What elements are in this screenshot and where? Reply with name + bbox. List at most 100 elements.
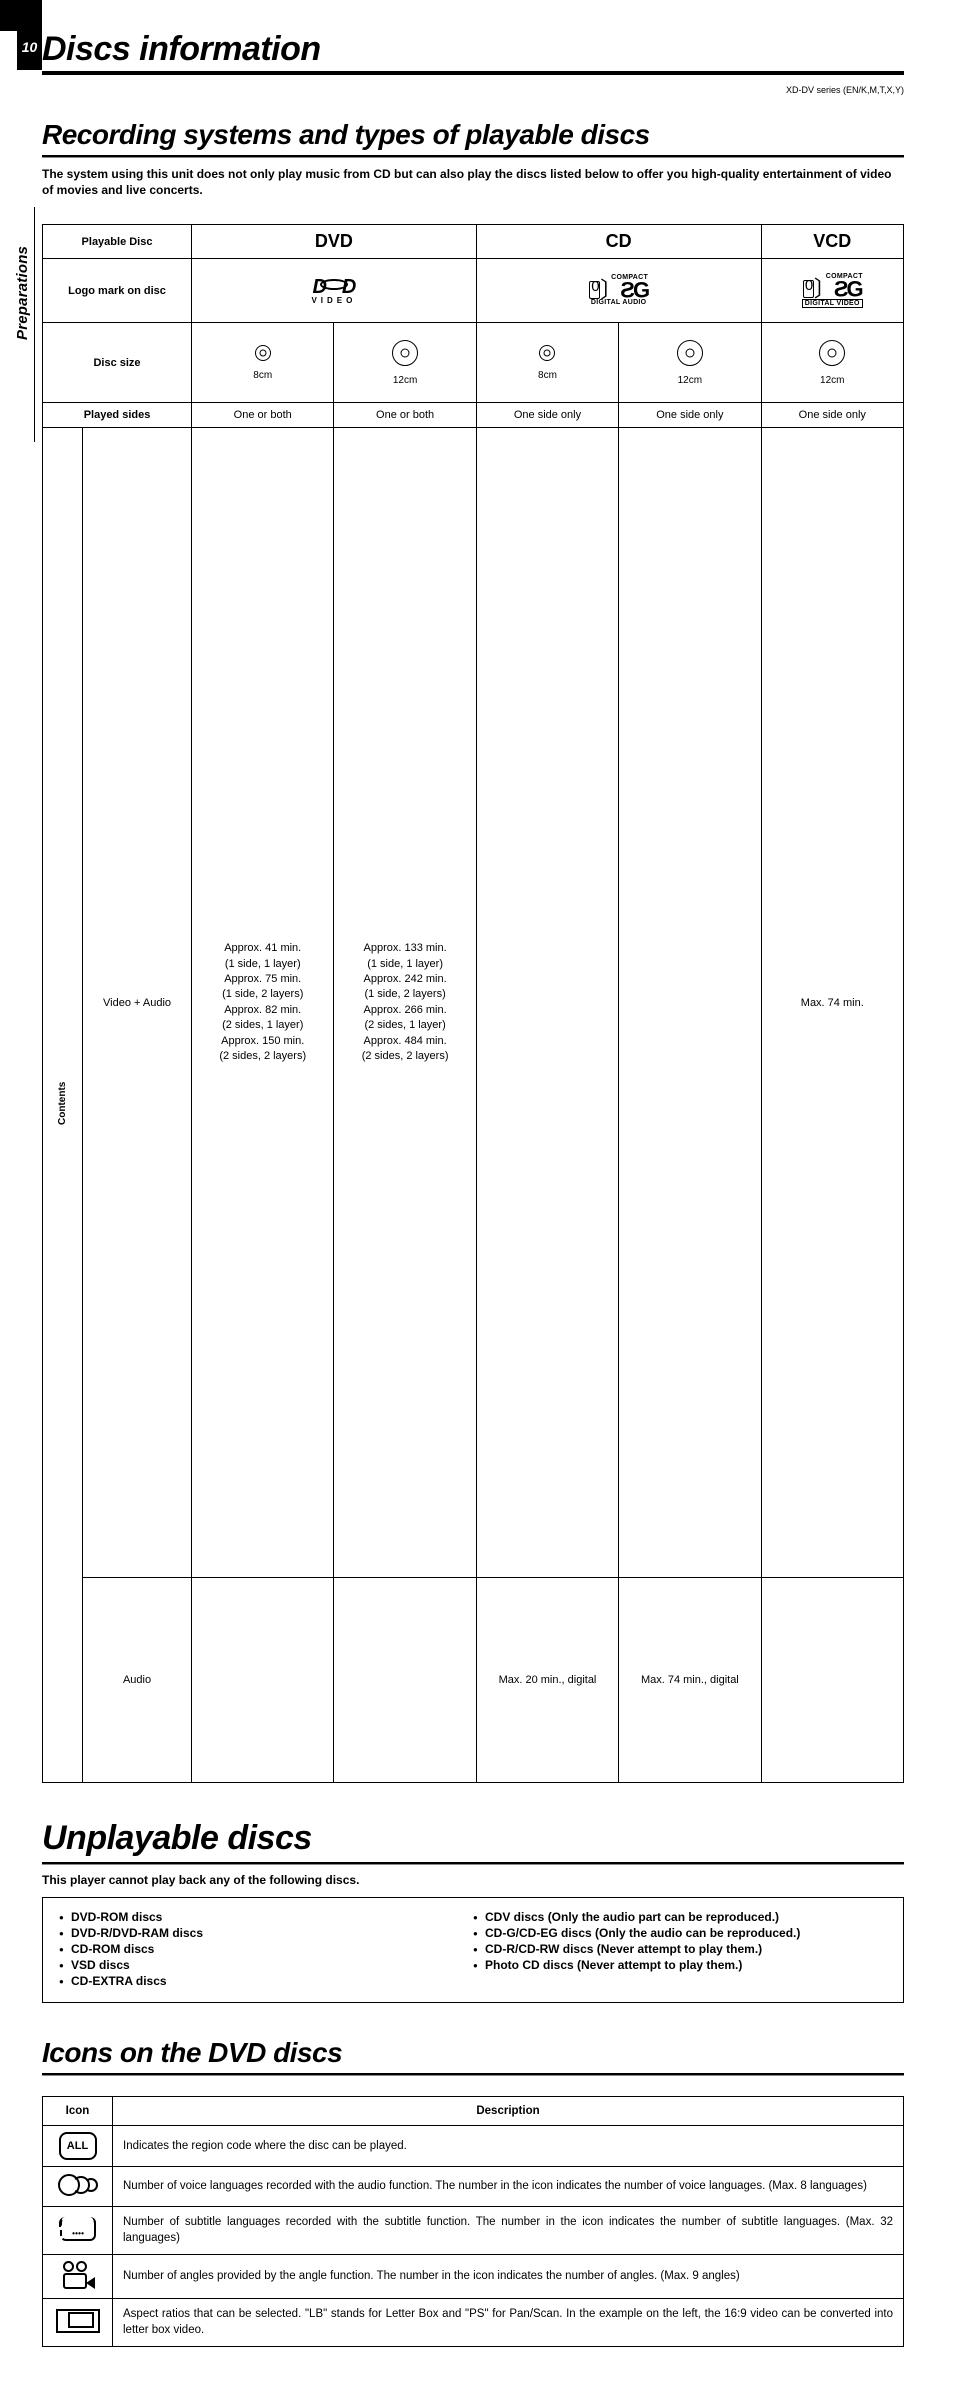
icon-cell: ALL <box>43 2126 113 2167</box>
list-item: CD-R/CD-RW discs (Never attempt to play … <box>473 1942 887 1956</box>
disc-size-cell: 8cm <box>192 323 334 403</box>
disc-size-cell: 12cm <box>619 323 761 403</box>
disc-size-cell: 12cm <box>761 323 903 403</box>
col-header-icon: Icon <box>43 2097 113 2126</box>
section-title: Recording systems and types of playable … <box>42 119 904 153</box>
list-item: CD-EXTRA discs <box>59 1974 473 1988</box>
desc-cell: Number of voice languages recorded with … <box>113 2167 904 2207</box>
unplayable-list-right: CDV discs (Only the audio part can be re… <box>473 1908 887 1990</box>
dvd-12cm-content: Approx. 133 min.(1 side, 1 layer) Approx… <box>334 428 476 1578</box>
large-disc-icon <box>392 340 418 366</box>
table-row: Disc size 8cm 12cm 8cm 12cm 12cm <box>43 323 904 403</box>
page-number: 10 <box>22 39 38 55</box>
compact-disc-digital-audio-logo-icon: COMPACT 〕ƧG DIGITAL AUDIO <box>589 274 648 306</box>
table-row: Logo mark on disc DD VIDEO COMPACT 〕ƧG D… <box>43 259 904 323</box>
section-underline <box>42 155 904 158</box>
table-row: Playable Disc DVD CD VCD <box>43 225 904 259</box>
section-underline <box>42 1862 904 1865</box>
section-intro: This player cannot play back any of the … <box>42 1873 904 1887</box>
disc-size-cell: 8cm <box>476 323 618 403</box>
section-unplayable-discs: Unplayable discs This player cannot play… <box>42 1819 904 2003</box>
table-row: Audio Max. 20 min., digital Max. 74 min.… <box>43 1578 904 1783</box>
col-header-vcd: VCD <box>761 225 903 259</box>
page-title: Discs information <box>42 30 904 75</box>
table-row: Number of angles provided by the angle f… <box>43 2255 904 2299</box>
section-intro: The system using this unit does not only… <box>42 166 904 198</box>
camera-angle-icon <box>57 2261 99 2289</box>
col-header-dvd: DVD <box>192 225 477 259</box>
row-subheader: Audio <box>83 1578 192 1783</box>
audio-languages-icon <box>58 2173 98 2197</box>
cd-12cm-video-content <box>619 428 761 1578</box>
cd-8cm-video-content <box>476 428 618 1578</box>
dvd-icons-table: Icon Description ALL Indicates the regio… <box>42 2096 904 2347</box>
vcd-video-content: Max. 74 min. <box>761 428 903 1578</box>
row-header: Logo mark on disc <box>43 259 192 323</box>
icon-cell <box>43 2167 113 2207</box>
row-header: Disc size <box>43 323 192 403</box>
table-row: Played sides One or both One or both One… <box>43 403 904 428</box>
cd-8cm-audio-content: Max. 20 min., digital <box>476 1578 618 1783</box>
row-header: Played sides <box>43 403 192 428</box>
col-header-cd: CD <box>476 225 761 259</box>
list-item: DVD-ROM discs <box>59 1910 473 1924</box>
icon-cell <box>43 2207 113 2255</box>
list-item: CD-ROM discs <box>59 1942 473 1956</box>
list-item: Photo CD discs (Never attempt to play th… <box>473 1958 887 1972</box>
played-sides-cell: One side only <box>761 403 903 428</box>
compact-disc-digital-video-logo-icon: COMPACT 〕ƧG DIGITAL VIDEO <box>802 273 863 308</box>
desc-cell: Number of angles provided by the angle f… <box>113 2255 904 2299</box>
table-row: ALL Indicates the region code where the … <box>43 2126 904 2167</box>
desc-cell: Indicates the region code where the disc… <box>113 2126 904 2167</box>
row-subheader: Video + Audio <box>83 428 192 1578</box>
vcd-audio-content <box>761 1578 903 1783</box>
large-disc-icon <box>677 340 703 366</box>
played-sides-cell: One side only <box>476 403 618 428</box>
page-number-box: 10 <box>17 24 42 70</box>
desc-cell: Aspect ratios that can be selected. "LB"… <box>113 2299 904 2347</box>
dvd-logo-cell: DD VIDEO <box>192 259 477 323</box>
playable-discs-table: Playable Disc DVD CD VCD Logo mark on di… <box>42 224 904 1783</box>
small-disc-icon <box>539 345 555 361</box>
section-underline <box>42 2073 904 2076</box>
row-header: Playable Disc <box>43 225 192 259</box>
col-header-desc: Description <box>113 2097 904 2126</box>
desc-cell: Number of subtitle languages recorded wi… <box>113 2207 904 2255</box>
list-item: CDV discs (Only the audio part can be re… <box>473 1910 887 1924</box>
dvd-video-logo-icon: DD VIDEO <box>311 276 356 305</box>
icon-cell <box>43 2255 113 2299</box>
table-row: Number of subtitle languages recorded wi… <box>43 2207 904 2255</box>
cd-logo-cell: COMPACT 〕ƧG DIGITAL AUDIO <box>476 259 761 323</box>
section-title: Icons on the DVD discs <box>42 2037 904 2071</box>
dvd-12cm-audio-content <box>334 1578 476 1783</box>
played-sides-cell: One or both <box>192 403 334 428</box>
table-row: Contents Video + Audio Approx. 41 min.(1… <box>43 428 904 1578</box>
list-item: DVD-R/DVD-RAM discs <box>59 1926 473 1940</box>
vcd-logo-cell: COMPACT 〕ƧG DIGITAL VIDEO <box>761 259 903 323</box>
side-vertical-rule <box>34 207 35 442</box>
region-code-icon: ALL <box>59 2132 97 2160</box>
disc-size-cell: 12cm <box>334 323 476 403</box>
played-sides-cell: One side only <box>619 403 761 428</box>
section-dvd-icons: Icons on the DVD discs Icon Description … <box>42 2037 904 2347</box>
cd-12cm-audio-content: Max. 74 min., digital <box>619 1578 761 1783</box>
row-header-contents: Contents <box>43 428 83 1783</box>
small-disc-icon <box>255 345 271 361</box>
dvd-8cm-content: Approx. 41 min.(1 side, 1 layer) Approx.… <box>192 428 334 1578</box>
table-row: Number of voice languages recorded with … <box>43 2167 904 2207</box>
list-item: CD-G/CD-EG discs (Only the audio can be … <box>473 1926 887 1940</box>
dvd-8cm-audio-content <box>192 1578 334 1783</box>
unplayable-list-box: DVD-ROM discs DVD-R/DVD-RAM discs CD-ROM… <box>42 1897 904 2003</box>
played-sides-cell: One or both <box>334 403 476 428</box>
subtitle-languages-icon <box>60 2217 96 2241</box>
unplayable-list-left: DVD-ROM discs DVD-R/DVD-RAM discs CD-ROM… <box>59 1908 473 1990</box>
table-row: Icon Description <box>43 2097 904 2126</box>
section-recording-systems: Recording systems and types of playable … <box>42 119 904 1783</box>
large-disc-icon <box>819 340 845 366</box>
section-title: Unplayable discs <box>42 1819 904 1860</box>
table-row: Aspect ratios that can be selected. "LB"… <box>43 2299 904 2347</box>
side-tab-preparations: Preparations <box>14 246 31 340</box>
list-item: VSD discs <box>59 1958 473 1972</box>
icon-cell <box>43 2299 113 2347</box>
model-code: XD-DV series (EN/K,M,T,X,Y) <box>42 85 904 95</box>
